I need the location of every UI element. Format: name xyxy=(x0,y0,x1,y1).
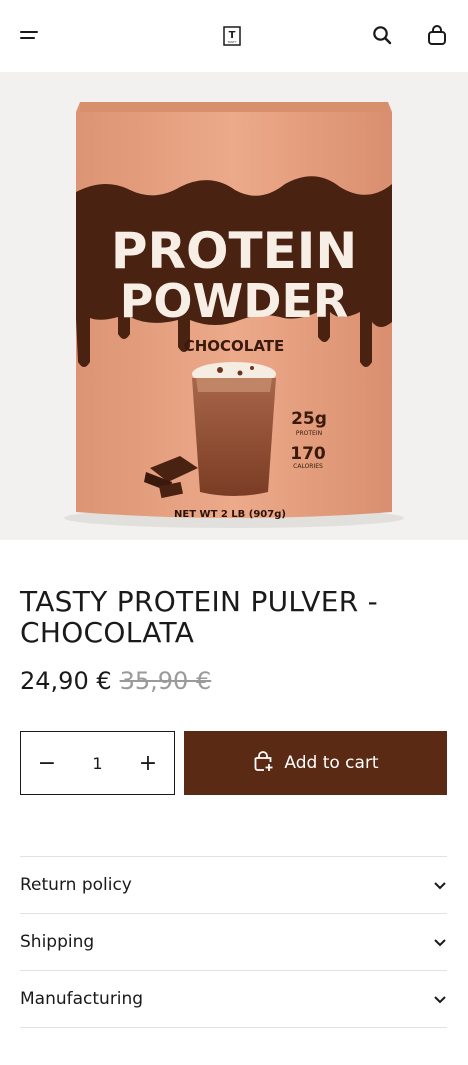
accordion-label: Shipping xyxy=(20,932,95,952)
cart-bag-icon[interactable] xyxy=(422,20,452,50)
pack-flavor: CHOCOLATE xyxy=(184,337,285,355)
accordion-shipping[interactable]: Shipping xyxy=(20,914,447,971)
menu-icon[interactable] xyxy=(14,20,44,50)
pack-calories-value: 170 xyxy=(290,444,326,464)
pack-title-line1: PROTEIN xyxy=(111,222,357,280)
pack-title-line2: POWDER xyxy=(120,274,349,328)
site-header: T TASTY xyxy=(0,0,468,72)
pack-protein-label: PROTEIN xyxy=(296,430,322,437)
add-to-cart-label: Add to cart xyxy=(284,753,379,773)
price-row: 24,90 € 35,90 € xyxy=(20,664,211,698)
accordion-label: Return policy xyxy=(20,875,132,895)
chevron-down-icon xyxy=(433,933,447,952)
quantity-value[interactable]: 1 xyxy=(73,754,122,773)
add-to-cart-icon xyxy=(252,750,274,777)
decrease-quantity-button[interactable]: − xyxy=(21,732,73,794)
add-to-cart-button[interactable]: Add to cart xyxy=(184,731,447,795)
pack-calories-label: CALORIES xyxy=(293,463,323,470)
product-info-accordion: Return policy Shipping Manufacturing xyxy=(20,856,447,1028)
logo-wordmark: TASTY xyxy=(226,40,236,44)
increase-quantity-button[interactable]: + xyxy=(122,732,174,794)
search-icon[interactable] xyxy=(368,21,396,49)
accordion-manufacturing[interactable]: Manufacturing xyxy=(20,971,447,1028)
brand-logo[interactable]: T TASTY xyxy=(221,24,243,48)
accordion-label: Manufacturing xyxy=(20,989,144,1009)
quantity-stepper: − 1 + xyxy=(20,731,175,795)
product-title: TASTY PROTEIN PULVER - CHOCOLATA xyxy=(20,585,379,649)
protein-pouch-illustration: PROTEIN POWDER CHOCOLATE 25g PROTEIN 170… xyxy=(0,72,468,540)
pack-protein-value: 25g xyxy=(291,409,327,429)
pack-net-weight: NET WT 2 LB (907g) xyxy=(174,509,286,520)
product-image[interactable]: PROTEIN POWDER CHOCOLATE 25g PROTEIN 170… xyxy=(0,72,468,540)
chevron-down-icon xyxy=(433,990,447,1009)
chevron-down-icon xyxy=(433,876,447,895)
accordion-return-policy[interactable]: Return policy xyxy=(20,857,447,914)
compare-at-price: 35,90 € xyxy=(119,667,212,695)
sale-price: 24,90 € xyxy=(20,667,112,695)
